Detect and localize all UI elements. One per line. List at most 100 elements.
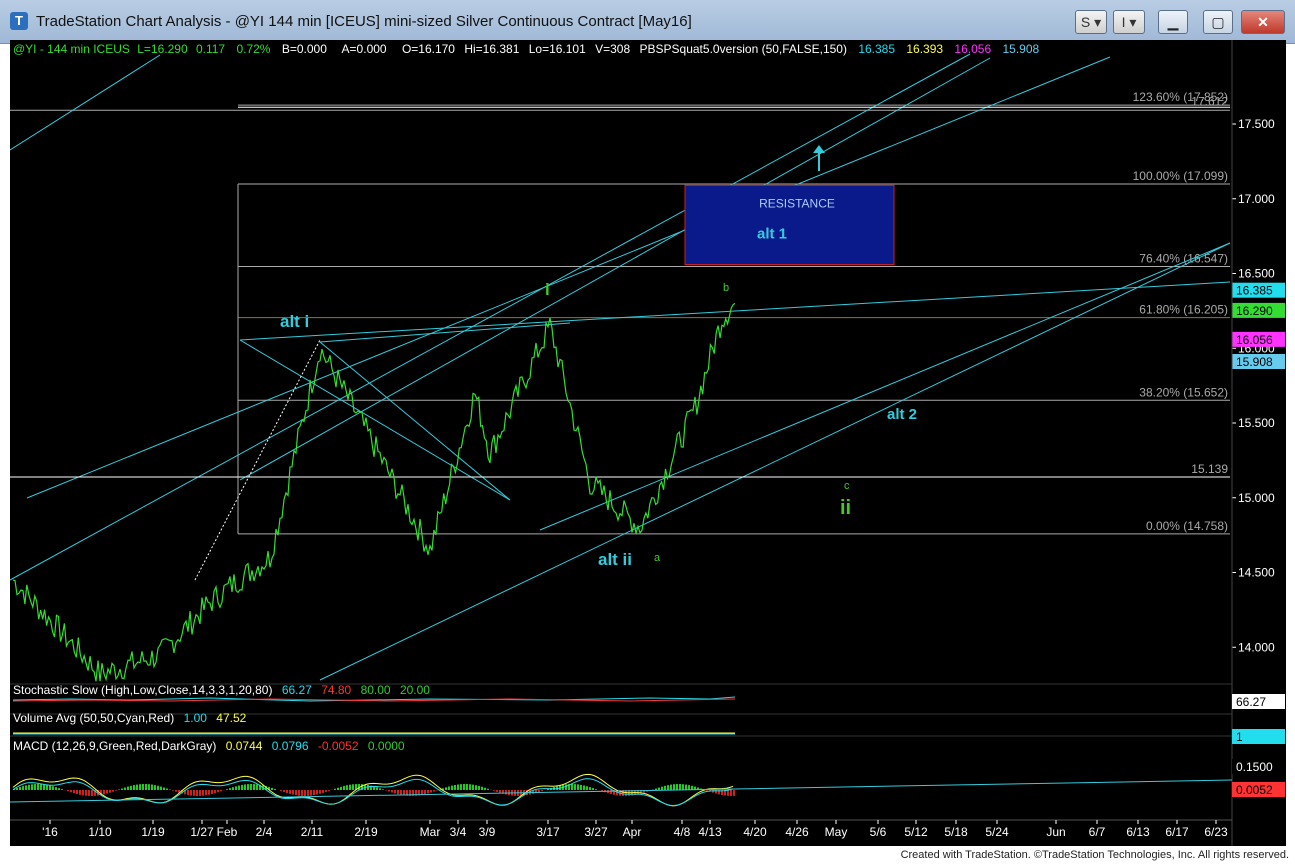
macd-bar <box>433 790 435 792</box>
macd-bar <box>103 790 105 795</box>
status-v1: 16.385 <box>858 42 895 56</box>
macd-bar <box>391 790 393 793</box>
x-tick-label: '16 <box>42 825 58 839</box>
macd-bar <box>493 790 495 791</box>
macd-bar <box>211 790 213 795</box>
y-tick-label: 17.500 <box>1238 117 1275 131</box>
macd-bar <box>676 784 678 790</box>
macd-bar <box>43 784 45 790</box>
macd-bar <box>82 790 84 796</box>
macd-bar <box>190 790 192 796</box>
macd-bar <box>670 784 672 790</box>
macd-bar <box>199 790 201 796</box>
macd-bar <box>157 785 159 790</box>
macd-bar <box>58 788 60 790</box>
macd-bar <box>289 790 291 794</box>
macd-badge-1: 0.1500 <box>1236 760 1273 774</box>
window-titlebar: T TradeStation Chart Analysis - @YI 144 … <box>0 0 1295 44</box>
macd-bar <box>196 790 198 796</box>
macd-bar <box>31 784 33 790</box>
macd-bar <box>55 787 57 790</box>
wave-label-a: a <box>654 552 661 564</box>
price-badge-text: 16.290 <box>1236 304 1273 318</box>
x-tick-label: 2/4 <box>256 825 273 839</box>
macd-v4: 0.0000 <box>368 739 405 753</box>
macd-bar <box>583 785 585 790</box>
macd-bar <box>610 790 612 795</box>
macd-bar <box>148 784 150 790</box>
macd-bar <box>304 790 306 796</box>
macd-bar <box>397 790 399 795</box>
menu-i-button[interactable]: I ▾ <box>1113 10 1145 34</box>
macd-bar <box>172 790 174 791</box>
macd-bar <box>466 784 468 790</box>
fib-label: 61.80% (16.205) <box>1139 303 1228 317</box>
macd-bar <box>427 790 429 794</box>
volume-label: Volume Avg (50,50,Cyan,Red) <box>13 711 174 725</box>
chart-area[interactable]: @YI - 144 min ICEUS L=16.290 0.117 0.72%… <box>9 40 1286 846</box>
macd-bar <box>40 784 42 790</box>
macd-bar <box>106 790 108 794</box>
x-tick-label: 1/27 <box>190 825 214 839</box>
close-button[interactable]: ✕ <box>1241 10 1285 34</box>
stoch-badge: 66.27 <box>1236 695 1266 709</box>
maximize-button[interactable]: ▢ <box>1203 10 1233 34</box>
x-tick-label: 4/26 <box>785 825 809 839</box>
macd-bar <box>316 790 318 795</box>
macd-bar <box>208 790 210 795</box>
macd-bar <box>70 790 72 793</box>
minimize-icon: ▁ <box>1167 14 1179 30</box>
minimize-button[interactable]: ▁ <box>1158 10 1188 34</box>
macd-label: MACD (12,26,9,Green,Red,DarkGray) <box>13 739 216 753</box>
macd-bar <box>448 786 450 790</box>
macd-bar <box>145 784 147 790</box>
macd-bar <box>67 790 69 792</box>
status-last: L=16.290 <box>137 42 188 56</box>
macd-bar <box>349 784 351 790</box>
tradestation-logo-icon: T <box>10 12 28 30</box>
macd-bar <box>241 784 243 790</box>
x-tick-label: 1/19 <box>141 825 165 839</box>
status-v3: 16.056 <box>954 42 991 56</box>
macd-bar <box>151 784 153 790</box>
x-tick-label: 4/13 <box>698 825 722 839</box>
macd-bar <box>73 790 75 794</box>
macd-bar <box>232 787 234 790</box>
macd-bar <box>319 790 321 794</box>
macd-bar <box>496 790 498 792</box>
status-low: Lo=16.101 <box>529 42 586 56</box>
macd-bar <box>340 786 342 790</box>
x-tick-label: 4/8 <box>674 825 691 839</box>
x-tick-label: 5/12 <box>904 825 928 839</box>
macd-bar <box>28 784 30 790</box>
x-tick-label: 2/11 <box>301 825 324 839</box>
macd-bar <box>400 790 402 795</box>
fib-label: 100.00% (17.099) <box>1133 169 1228 183</box>
macd-bar <box>499 790 501 793</box>
macd-bar <box>160 786 162 790</box>
macd-bar <box>37 784 39 790</box>
macd-bar <box>25 785 27 790</box>
macd-bar <box>34 784 36 790</box>
macd-bar <box>592 788 594 790</box>
macd-bar <box>469 784 471 790</box>
macd-bar <box>430 790 432 793</box>
macd-bar <box>202 790 204 796</box>
macd-bar <box>76 790 78 795</box>
status-high: Hi=16.381 <box>464 42 519 56</box>
macd-bar <box>394 790 396 794</box>
macd-bar <box>328 790 330 791</box>
y-tick-label: 14.500 <box>1238 566 1275 580</box>
macd-bar <box>541 790 543 792</box>
macd-bar <box>121 788 123 790</box>
macd-bar <box>733 790 735 796</box>
x-tick-label: Feb <box>217 825 238 839</box>
macd-bar <box>238 785 240 790</box>
wave-label-b: b <box>723 282 729 294</box>
macd-bar <box>460 784 462 790</box>
x-tick-label: May <box>825 825 848 839</box>
macd-v1: 0.0744 <box>226 739 263 753</box>
fib-label: 38.20% (15.652) <box>1139 385 1228 399</box>
macd-bar <box>451 785 453 790</box>
menu-s-button[interactable]: S ▾ <box>1075 10 1107 34</box>
